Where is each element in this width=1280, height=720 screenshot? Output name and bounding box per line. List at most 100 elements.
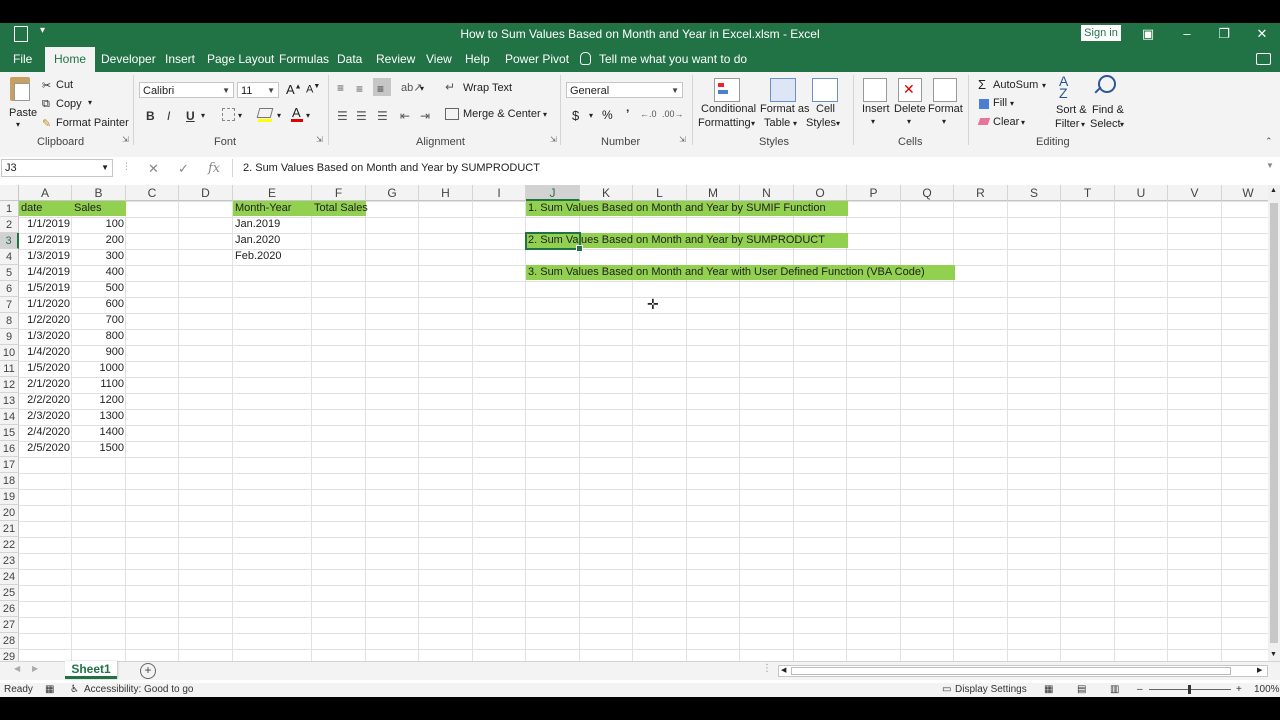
cell-styles-label-2[interactable]: Styles (806, 117, 836, 129)
insert-dropdown-icon[interactable]: ▾ (871, 117, 875, 126)
column-header-M[interactable]: M (687, 185, 740, 201)
borders-dropdown-icon[interactable]: ▾ (238, 111, 242, 120)
format-dropdown-icon[interactable]: ▾ (942, 117, 946, 126)
column-header-U[interactable]: U (1115, 185, 1168, 201)
decrease-indent-icon[interactable]: ⇤ (400, 109, 410, 123)
align-middle-icon[interactable]: ≡ (356, 82, 363, 96)
format-table-dropdown-icon[interactable]: ▾ (793, 119, 797, 128)
format-as-table-icon[interactable] (770, 78, 796, 102)
tab-file[interactable]: File (13, 47, 32, 72)
cell-B14[interactable]: 1300 (72, 409, 126, 424)
row-header-20[interactable]: 20 (0, 505, 19, 521)
conditional-formatting-dropdown-icon[interactable]: ▾ (751, 119, 755, 128)
cell-B4[interactable]: 300 (72, 249, 126, 264)
column-header-K[interactable]: K (580, 185, 633, 201)
row-header-9[interactable]: 9 (0, 329, 19, 345)
column-header-Q[interactable]: Q (901, 185, 954, 201)
cell-B1[interactable]: Sales (72, 201, 126, 216)
number-format-select[interactable]: General ▼ (566, 82, 683, 98)
collapse-ribbon-icon[interactable]: ⌃ (1265, 136, 1273, 147)
clear-dropdown-icon[interactable]: ▾ (1021, 118, 1025, 127)
cell-B13[interactable]: 1200 (72, 393, 126, 408)
cell-F1[interactable]: Total Sales (312, 201, 368, 216)
vertical-scrollbar[interactable]: ▲ ▼ (1268, 185, 1280, 665)
cell-B7[interactable]: 600 (72, 297, 126, 312)
row-header-6[interactable]: 6 (0, 281, 19, 297)
cell-B2[interactable]: 100 (72, 217, 126, 232)
zoom-out-icon[interactable]: – (1137, 684, 1143, 695)
scroll-right-icon[interactable]: ▶ (1257, 666, 1262, 674)
column-header-O[interactable]: O (794, 185, 847, 201)
decrease-font-icon[interactable]: A▼ (306, 83, 320, 96)
horizontal-scroll-thumb[interactable] (791, 667, 1231, 675)
font-size-select[interactable]: 11 ▼ (237, 82, 279, 98)
column-header-E[interactable]: E (233, 185, 312, 201)
select-all-corner[interactable] (0, 185, 19, 201)
find-dropdown-icon[interactable]: ▾ (1120, 120, 1124, 129)
row-header-11[interactable]: 11 (0, 361, 19, 377)
column-header-F[interactable]: F (312, 185, 366, 201)
align-right-icon[interactable]: ☰ (377, 109, 388, 123)
cell-A9[interactable]: 1/3/2020 (19, 329, 72, 344)
cell-B12[interactable]: 1100 (72, 377, 126, 392)
tab-help[interactable]: Help (465, 47, 490, 72)
cell-A13[interactable]: 2/2/2020 (19, 393, 72, 408)
macro-record-icon[interactable]: ▦ (45, 684, 54, 695)
row-header-21[interactable]: 21 (0, 521, 19, 537)
cell-styles-label-1[interactable]: Cell (816, 103, 835, 115)
column-header-V[interactable]: V (1168, 185, 1222, 201)
enter-icon[interactable]: ✓ (178, 161, 189, 177)
bold-button[interactable]: B (146, 109, 155, 123)
sort-filter-label-1[interactable]: Sort & (1056, 104, 1087, 116)
cell-B16[interactable]: 1500 (72, 441, 126, 456)
fill-handle[interactable] (576, 245, 583, 252)
italic-button[interactable]: I (167, 109, 170, 123)
insert-button[interactable]: Insert (862, 103, 890, 115)
cell-A16[interactable]: 2/5/2020 (19, 441, 72, 456)
cell-J1[interactable]: 1. Sum Values Based on Month and Year by… (526, 201, 848, 216)
vertical-scroll-thumb[interactable] (1270, 203, 1278, 643)
number-launcher-icon[interactable]: ⇲ (679, 135, 686, 144)
conditional-formatting-label-1[interactable]: Conditional (701, 103, 756, 115)
cell-A4[interactable]: 1/3/2019 (19, 249, 72, 264)
sort-dropdown-icon[interactable]: ▾ (1081, 120, 1085, 129)
copy-button[interactable]: Copy (56, 98, 82, 110)
tab-insert[interactable]: Insert (165, 47, 195, 72)
increase-font-icon[interactable]: A▲ (286, 82, 302, 97)
cell-E3[interactable]: Jan.2020 (233, 233, 312, 248)
tell-me-box[interactable]: Tell me what you want to do (580, 47, 747, 72)
insert-function-icon[interactable]: fx (208, 161, 220, 176)
borders-icon[interactable] (222, 108, 235, 121)
row-header-2[interactable]: 2 (0, 217, 19, 233)
delete-dropdown-icon[interactable]: ▾ (907, 117, 911, 126)
display-settings-button[interactable]: Display Settings (955, 684, 1027, 695)
column-header-H[interactable]: H (419, 185, 473, 201)
cell-A3[interactable]: 1/2/2019 (19, 233, 72, 248)
tab-splitter-icon[interactable]: ⋮ (762, 663, 772, 674)
column-header-N[interactable]: N (740, 185, 794, 201)
cut-button[interactable]: Cut (56, 79, 73, 91)
row-header-12[interactable]: 12 (0, 377, 19, 393)
font-launcher-icon[interactable]: ⇲ (316, 135, 323, 144)
cell-A15[interactable]: 2/4/2020 (19, 425, 72, 440)
currency-button[interactable]: $ (572, 108, 579, 123)
cell-styles-icon[interactable] (812, 78, 838, 102)
cell-A2[interactable]: 1/1/2019 (19, 217, 72, 232)
sheet-tab-sheet1[interactable]: Sheet1 (65, 661, 117, 679)
format-as-table-label-2[interactable]: Table (764, 117, 790, 129)
cell-B10[interactable]: 900 (72, 345, 126, 360)
cell-B3[interactable]: 200 (72, 233, 126, 248)
column-header-G[interactable]: G (366, 185, 419, 201)
sort-filter-label-2[interactable]: Filter (1055, 118, 1079, 130)
cell-B15[interactable]: 1400 (72, 425, 126, 440)
row-header-13[interactable]: 13 (0, 393, 19, 409)
column-header-A[interactable]: A (19, 185, 72, 201)
comma-button[interactable]: ’ (626, 107, 629, 121)
align-center-icon[interactable]: ☰ (356, 109, 367, 123)
decrease-decimal-icon[interactable]: .00→ (662, 109, 684, 119)
cell-B11[interactable]: 1000 (72, 361, 126, 376)
cell-A1[interactable]: date (19, 201, 72, 216)
row-header-25[interactable]: 25 (0, 585, 19, 601)
alignment-launcher-icon[interactable]: ⇲ (550, 135, 557, 144)
format-cells-icon[interactable] (933, 78, 957, 102)
